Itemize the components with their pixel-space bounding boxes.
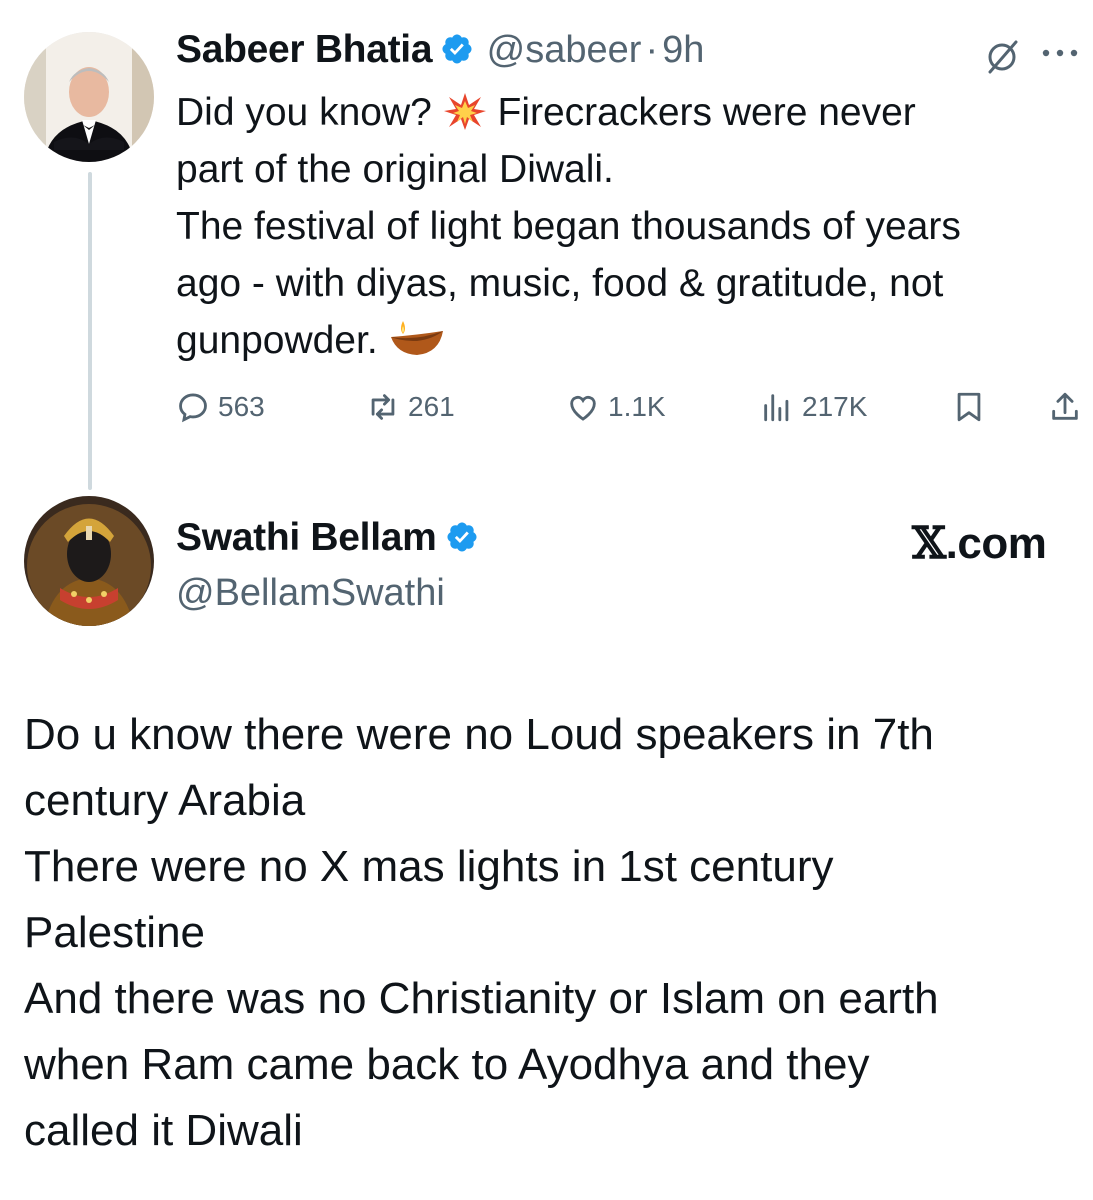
x-com-suffix: .com: [945, 519, 1047, 568]
tweet-line: Palestine: [24, 908, 206, 957]
author-handle[interactable]: @sabeer: [487, 29, 642, 71]
tweet1-text: Did you know? Firecrackers were never pa…: [176, 84, 961, 369]
reply-button[interactable]: 563: [176, 390, 265, 424]
tweet-line: when Ram came back to Ayodhya and they: [24, 1040, 870, 1089]
heart-icon: [570, 395, 596, 421]
like-button[interactable]: 1.1K: [566, 390, 666, 424]
tweet-time[interactable]: 9h: [662, 29, 704, 71]
repost-icon: [371, 394, 395, 420]
tweet2-text: Do u know there were no Loud speakers in…: [24, 702, 939, 1164]
tweet-line: Did you know? Firecrackers were never: [176, 91, 916, 134]
x-com-watermark: 𝕏.com: [912, 518, 1047, 569]
thread-connector-line: [88, 172, 92, 490]
tweet-line: part of the original Diwali.: [176, 148, 614, 191]
tweet1-action-bar: 563 261 1.1K 217K: [176, 390, 1086, 434]
x-logo-icon: 𝕏: [912, 518, 946, 569]
bookmark-icon: [957, 392, 981, 422]
like-count: 1.1K: [608, 391, 666, 422]
more-options-icon[interactable]: [1040, 46, 1080, 60]
verified-badge-icon: [442, 34, 472, 64]
author-name[interactable]: Sabeer Bhatia: [176, 28, 433, 71]
verified-badge-icon: [446, 522, 477, 552]
reply-count: 563: [218, 391, 265, 422]
tweet-line: called it Diwali: [24, 1106, 303, 1155]
tweet1-header: Sabeer Bhatia @sabeer · 9h: [176, 28, 704, 72]
reply-icon: [179, 393, 207, 423]
tweet-line: gunpowder.: [176, 312, 961, 369]
avatar-swathi[interactable]: [24, 496, 154, 626]
bookmark-button[interactable]: [952, 390, 994, 424]
tweet-line: ago - with diyas, music, food & gratitud…: [176, 262, 944, 305]
author-name[interactable]: Swathi Bellam: [176, 516, 437, 559]
views-button[interactable]: 217K: [760, 390, 867, 424]
diya-lamp-emoji: [390, 321, 443, 355]
collision-emoji: [443, 93, 486, 130]
grok-icon[interactable]: [982, 36, 1022, 76]
author-handle[interactable]: @BellamSwathi: [176, 572, 445, 615]
avatar-sabeer[interactable]: [24, 32, 154, 162]
tweet-line: And there was no Christianity or Islam o…: [24, 974, 939, 1023]
repost-count: 261: [408, 391, 455, 422]
tweet-line: Do u know there were no Loud speakers in…: [24, 710, 934, 759]
views-chart-icon: [764, 394, 789, 422]
tweet-line: There were no X mas lights in 1st centur…: [24, 842, 834, 891]
repost-button[interactable]: 261: [366, 390, 455, 424]
separator-dot: ·: [645, 29, 659, 71]
views-count: 217K: [802, 391, 868, 422]
share-button[interactable]: [1048, 390, 1090, 424]
share-icon: [1052, 392, 1078, 420]
tweet-line: century Arabia: [24, 776, 306, 825]
tweet-line: The festival of light began thousands of…: [176, 205, 961, 248]
tweet2-header-name: Swathi Bellam: [176, 516, 479, 560]
